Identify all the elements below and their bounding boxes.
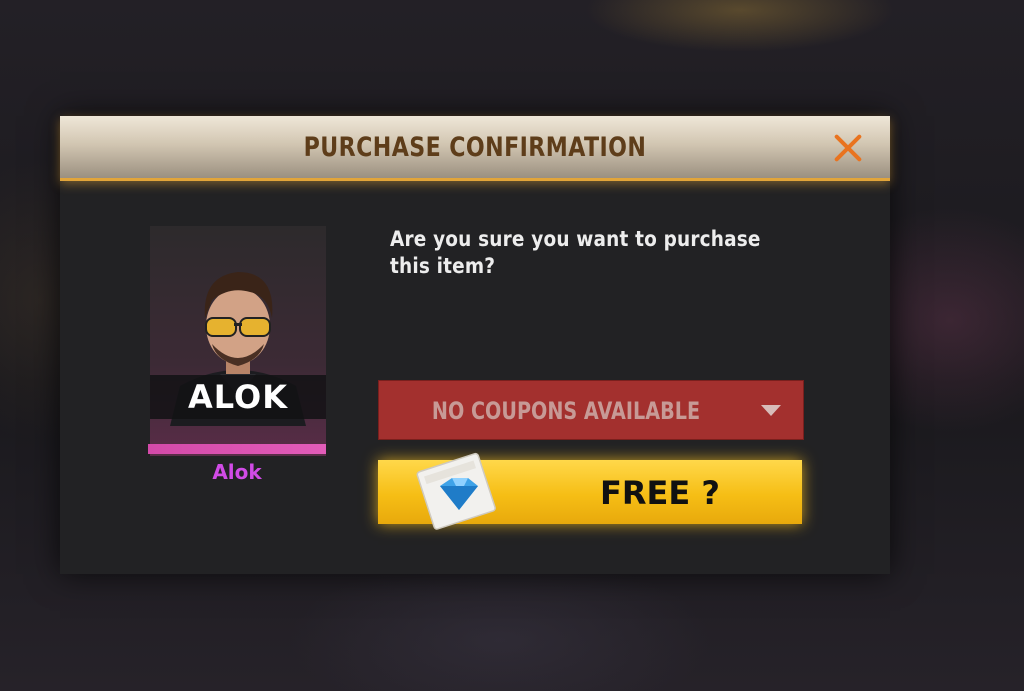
purchase-confirmation-dialog: PURCHASE CONFIRMATION ALOK Alok Are you …: [60, 116, 890, 574]
character-card: ALOK: [150, 226, 326, 456]
purchase-button-label: FREE ?: [600, 474, 720, 512]
character-name: Alok: [212, 460, 262, 484]
dialog-header: PURCHASE CONFIRMATION: [60, 116, 890, 181]
chevron-down-icon: [761, 405, 781, 416]
diamond-voucher-icon: [416, 452, 496, 530]
coupon-selected-value: NO COUPONS AVAILABLE: [431, 397, 701, 425]
close-icon[interactable]: [828, 128, 868, 168]
coupon-dropdown[interactable]: NO COUPONS AVAILABLE: [378, 380, 804, 440]
confirmation-message: Are you sure you want to purchase this i…: [390, 227, 761, 278]
character-logo: ALOK: [150, 375, 326, 419]
rarity-bar: [148, 444, 326, 454]
dialog-title: PURCHASE CONFIRMATION: [303, 132, 647, 163]
